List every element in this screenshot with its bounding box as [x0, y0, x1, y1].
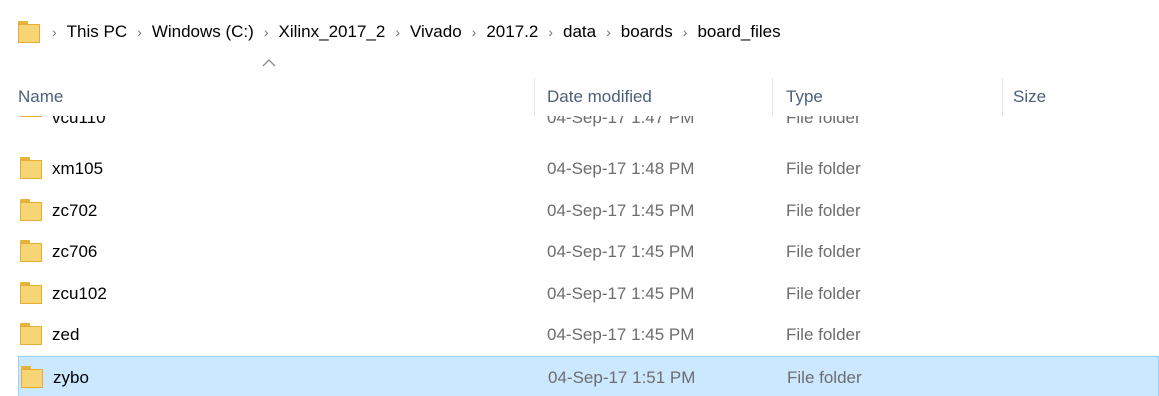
column-size[interactable]: Size — [1013, 78, 1153, 116]
date-modified: 04-Sep-17 1:45 PM — [547, 201, 695, 220]
column-date-modified[interactable]: Date modified — [547, 78, 767, 116]
chevron-right-icon[interactable]: › — [683, 24, 688, 40]
file-type: File folder — [786, 325, 861, 344]
file-type: File folder — [786, 116, 861, 127]
folder-icon — [21, 366, 45, 388]
folder-icon — [18, 21, 42, 43]
column-header: Name Date modified Type Size — [0, 78, 1159, 116]
folder-icon — [20, 323, 44, 345]
file-type: File folder — [786, 159, 861, 178]
column-type[interactable]: Type — [786, 78, 1001, 116]
breadcrumb: › This PC › Windows (C:) › Xilinx_2017_2… — [18, 16, 781, 48]
date-modified: 04-Sep-17 1:48 PM — [547, 159, 695, 178]
breadcrumb-this-pc[interactable]: This PC — [67, 22, 127, 42]
list-item[interactable]: zybo 04-Sep-17 1:51 PM File folder — [18, 356, 1159, 396]
list-item[interactable]: zcu102 04-Sep-17 1:45 PM File folder — [18, 273, 1159, 314]
chevron-right-icon[interactable]: › — [548, 24, 553, 40]
file-name: zybo — [53, 368, 89, 387]
folder-icon — [20, 240, 44, 262]
breadcrumb-boards[interactable]: boards — [621, 22, 673, 42]
breadcrumb-windows-c[interactable]: Windows (C:) — [152, 22, 254, 42]
column-divider[interactable] — [1002, 78, 1003, 116]
chevron-right-icon[interactable]: › — [264, 24, 269, 40]
file-name: zc706 — [52, 242, 98, 261]
file-name: zcu102 — [52, 284, 107, 303]
chevron-right-icon[interactable]: › — [52, 24, 57, 40]
date-modified: 04-Sep-17 1:51 PM — [548, 368, 696, 387]
breadcrumb-data[interactable]: data — [563, 22, 596, 42]
chevron-right-icon[interactable]: › — [395, 24, 400, 40]
file-name: xm105 — [52, 159, 104, 178]
file-type: File folder — [787, 368, 862, 387]
date-modified: 04-Sep-17 1:45 PM — [547, 242, 695, 261]
file-list: vcu110 04-Sep-17 1:47 PM File folder xm1… — [0, 116, 1159, 396]
folder-icon — [20, 199, 44, 221]
chevron-right-icon[interactable]: › — [606, 24, 611, 40]
file-name: zc702 — [52, 201, 98, 220]
breadcrumb-vivado[interactable]: Vivado — [410, 22, 462, 42]
folder-icon — [20, 157, 44, 179]
folder-icon — [20, 282, 44, 304]
column-divider[interactable] — [534, 78, 535, 116]
address-bar[interactable]: › This PC › Windows (C:) › Xilinx_2017_2… — [0, 0, 1159, 58]
date-modified: 04-Sep-17 1:45 PM — [547, 325, 695, 344]
list-item[interactable]: zc702 04-Sep-17 1:45 PM File folder — [18, 190, 1159, 231]
file-name: vcu110 — [52, 116, 106, 127]
list-item[interactable]: zc706 04-Sep-17 1:45 PM File folder — [18, 231, 1159, 272]
chevron-right-icon[interactable]: › — [137, 24, 142, 40]
file-type: File folder — [786, 201, 861, 220]
breadcrumb-board-files[interactable]: board_files — [697, 22, 780, 42]
column-divider[interactable] — [772, 78, 773, 116]
column-name[interactable]: Name — [18, 78, 528, 116]
date-modified: 04-Sep-17 1:45 PM — [547, 284, 695, 303]
file-type: File folder — [786, 284, 861, 303]
chevron-right-icon[interactable]: › — [472, 24, 477, 40]
file-type: File folder — [786, 242, 861, 261]
list-item[interactable]: xm105 04-Sep-17 1:48 PM File folder — [18, 148, 1159, 189]
file-name: zed — [52, 325, 80, 344]
list-item[interactable]: zed 04-Sep-17 1:45 PM File folder — [18, 314, 1159, 355]
folder-icon — [20, 116, 44, 117]
breadcrumb-xilinx[interactable]: Xilinx_2017_2 — [279, 22, 386, 42]
date-modified: 04-Sep-17 1:47 PM — [547, 116, 695, 127]
list-item[interactable]: vcu110 04-Sep-17 1:47 PM File folder — [18, 116, 1159, 138]
breadcrumb-2017-2[interactable]: 2017.2 — [486, 22, 538, 42]
chevron-up-icon — [262, 59, 276, 67]
